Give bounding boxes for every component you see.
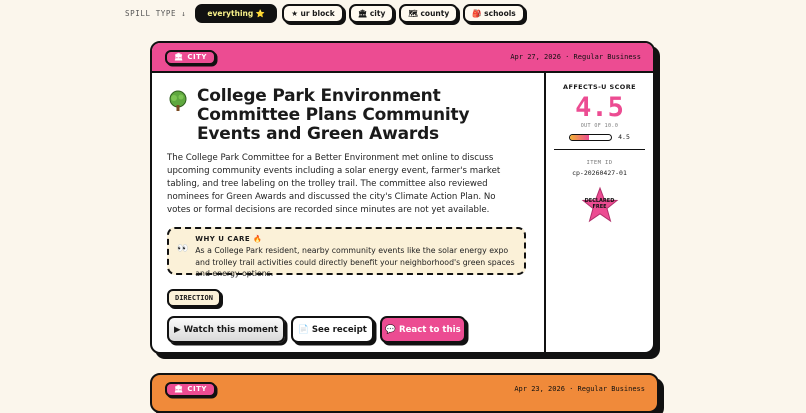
card-actions: ▶ Watch this moment 📄 See receipt 💬 Reac… [167,316,530,344]
score-panel: AFFECTS-U SCORE 4.5 OUT OF 10.0 4.5 ITEM… [544,73,653,352]
score-meter [569,133,613,141]
item-id: cp-20260427-01 [572,169,627,177]
affects-u-score: 4.5 [575,92,624,123]
watch-moment-button[interactable]: ▶ Watch this moment [167,316,285,344]
eyes-icon: 👀 [177,244,189,255]
category-tag[interactable]: 🏛 CITY [165,49,216,65]
spill-type-filter-bar: SPILL TYPE ↓ everything ⭐ ★ ur block 🏛 c… [125,4,525,23]
why-u-care-title: WHY U CARE 🔥 [195,235,263,244]
filter-chip-schools[interactable]: 🎒 schools [463,4,525,23]
react-button[interactable]: 💬 React to this [380,316,466,344]
filter-chip-city[interactable]: 🏛 city [348,4,395,23]
tree-icon [169,90,187,111]
direction-badge[interactable]: DIRECTION [167,289,221,308]
card-header: 🏛 CITY Apr 27, 2026 · Regular Business [152,43,653,73]
score-label: AFFECTS-U SCORE [563,83,636,91]
filter-chip-ur-block[interactable]: ★ ur block [282,4,344,23]
score-meter-row: 4.5 [554,133,645,141]
why-u-care-text: As a College Park resident, nearby commu… [195,246,515,279]
score-meter-value: 4.5 [618,133,630,141]
next-news-card: 🏛 CITY Apr 23, 2026 · Regular Business [150,373,659,413]
filter-chip-everything[interactable]: everything ⭐ [195,4,278,23]
next-category-tag[interactable]: 🏛 CITY [165,381,216,397]
badge-label: DECLARED FREE [584,198,615,210]
score-meter-fill [570,134,589,140]
card-summary: The College Park Committee for a Better … [167,153,501,216]
city-hall-icon: 🏛 [174,385,184,393]
score-out-of: OUT OF 10.0 [580,123,619,129]
card-title: College Park Environment Committee Plans… [197,86,470,144]
card-main: College Park Environment Committee Plans… [152,73,544,352]
declared-free-badge: DECLARED FREE [580,186,620,226]
panel-divider [554,149,645,150]
see-receipt-button[interactable]: 📄 See receipt [291,316,374,344]
next-category-tag-label: CITY [187,385,207,393]
item-id-label: ITEM ID [586,160,613,166]
next-meeting-date: Apr 23, 2026 · Regular Business [514,385,645,393]
filter-chip-county[interactable]: 🗺 county [399,4,459,23]
why-u-care-box: 👀 WHY U CARE 🔥 As a College Park residen… [167,227,526,278]
filter-label: SPILL TYPE ↓ [125,9,187,18]
news-card: 🏛 CITY Apr 27, 2026 · Regular Business C… [150,41,655,354]
meeting-date: Apr 27, 2026 · Regular Business [510,53,641,61]
category-tag-label: CITY [187,53,207,61]
city-hall-icon: 🏛 [174,53,184,61]
